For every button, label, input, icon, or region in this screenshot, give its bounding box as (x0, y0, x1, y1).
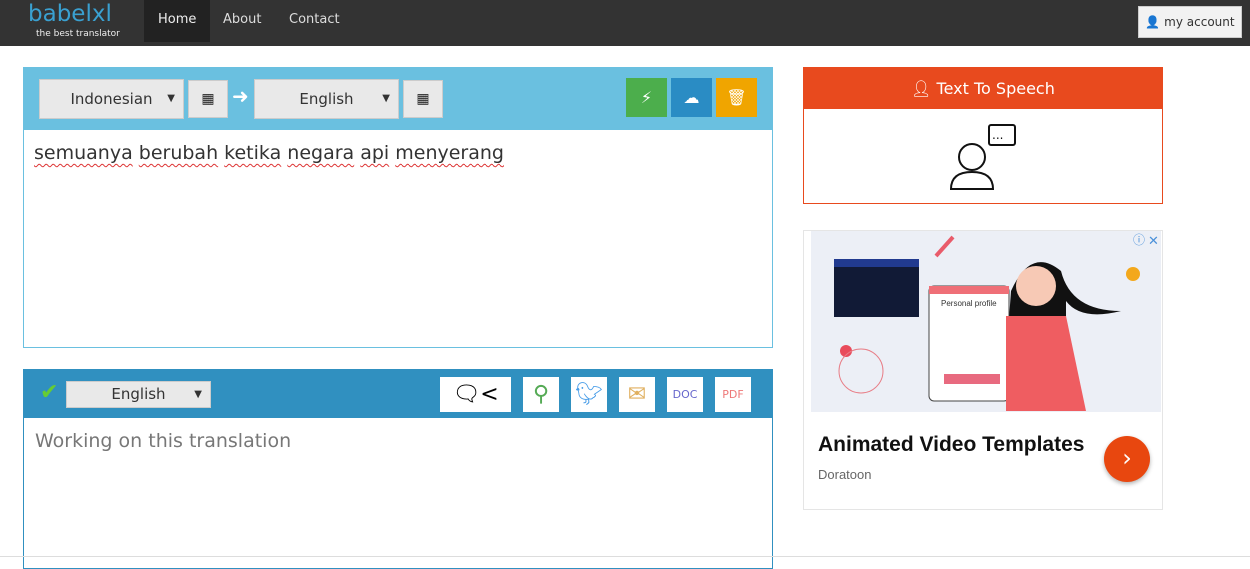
grid-icon: ▦ (201, 91, 215, 107)
ad-open-button[interactable]: › (1104, 436, 1150, 482)
speaking-person-icon: ... (949, 124, 1016, 190)
output-language-value: English (111, 385, 166, 403)
svg-text:...: ... (992, 128, 1003, 142)
source-keyboard-button[interactable]: ▦ (188, 80, 228, 118)
translate-button[interactable]: ⚡︎ (626, 78, 667, 117)
account-label: my account (1164, 15, 1235, 29)
word: semuanya (34, 142, 133, 164)
arrow-right-icon: ➜ (232, 84, 249, 108)
ad-title[interactable]: Animated Video Templates (818, 433, 1084, 457)
divider (0, 556, 1250, 557)
source-toolbar: Indonesian ▼ ▦ ➜ English ▼ ▦ ⚡︎ ☁ 🗑︎ (24, 68, 772, 130)
word: api (360, 142, 390, 164)
output-language-select[interactable]: English ▼ (66, 381, 211, 408)
share-icon: 🗨︎< (452, 382, 499, 407)
chevron-right-icon: › (1122, 444, 1132, 472)
my-account-button[interactable]: 👤 my account (1138, 6, 1242, 38)
source-textarea[interactable]: semuanya berubah ketika negara api menye… (24, 130, 772, 176)
ad-info-icon[interactable]: ⓘ (1133, 233, 1145, 247)
source-language-select[interactable]: Indonesian ▼ (39, 79, 184, 119)
source-language-value: Indonesian (70, 90, 153, 108)
user-icon: 👤︎ (911, 79, 932, 98)
target-keyboard-button[interactable]: ▦ (403, 80, 443, 118)
search-icon: ⚲ (532, 382, 550, 407)
target-language-select[interactable]: English ▼ (254, 79, 399, 119)
delete-button[interactable]: 🗑︎ (716, 78, 757, 117)
tts-header: 👤︎ Text To Speech (804, 68, 1162, 109)
pdf-button[interactable]: PDF (715, 377, 751, 412)
ad-close-icon[interactable]: ✕ (1148, 234, 1159, 249)
logo[interactable]: babelxl the best translator (28, 3, 120, 40)
text-to-speech-card[interactable]: 👤︎ Text To Speech ... (803, 67, 1163, 204)
tts-title: Text To Speech (936, 79, 1055, 98)
doc-button[interactable]: DOC (667, 377, 703, 412)
chevron-down-icon: ▼ (167, 93, 175, 104)
output-toolbar: ✔ English ▼ 🗨︎< ⚲ 🐦︎ ✉ DOC PDF (24, 370, 772, 418)
twitter-button[interactable]: 🐦︎ (571, 377, 607, 412)
twitter-icon: 🐦︎ (575, 382, 603, 407)
word: menyerang (395, 142, 504, 164)
nav-about[interactable]: About (209, 0, 275, 42)
bolt-icon: ⚡︎ (640, 88, 653, 107)
top-navbar: babelxl the best translator Home About Co… (0, 0, 1250, 46)
word: ketika (224, 142, 282, 164)
ad-image-text: Personal profile (941, 299, 997, 308)
output-panel: ✔ English ▼ 🗨︎< ⚲ 🐦︎ ✉ DOC PDF Working on… (23, 369, 773, 569)
ad-image: Personal profile ⓘ ✕ (811, 231, 1161, 412)
share-button[interactable]: 🗨︎< (440, 377, 511, 412)
search-button[interactable]: ⚲ (523, 377, 559, 412)
logo-tagline: the best translator (36, 29, 120, 39)
advertisement[interactable]: Personal profile ⓘ ✕ Animated Video Temp… (803, 230, 1163, 510)
chevron-down-icon: ▼ (194, 389, 202, 400)
ad-sponsor: Doratoon (818, 467, 872, 482)
email-button[interactable]: ✉ (619, 377, 655, 412)
word: negara (287, 142, 355, 164)
nav-home[interactable]: Home (144, 0, 211, 42)
chevron-down-icon: ▼ (382, 93, 390, 104)
cloud-upload-icon: ☁ (683, 88, 700, 107)
user-icon: 👤 (1145, 15, 1161, 29)
email-icon: ✉ (627, 382, 647, 407)
word: berubah (138, 142, 219, 164)
checkmark-icon: ✔ (40, 380, 59, 405)
doc-icon: DOC (672, 388, 698, 401)
output-textarea[interactable]: Working on this translation (24, 418, 772, 464)
nav-contact[interactable]: Contact (275, 0, 354, 42)
trash-icon: 🗑︎ (726, 88, 747, 107)
target-language-value: English (299, 90, 354, 108)
upload-button[interactable]: ☁ (671, 78, 712, 117)
pdf-icon: PDF (722, 388, 744, 401)
source-panel: Indonesian ▼ ▦ ➜ English ▼ ▦ ⚡︎ ☁ 🗑︎ semua… (23, 67, 773, 348)
grid-icon: ▦ (416, 91, 430, 107)
